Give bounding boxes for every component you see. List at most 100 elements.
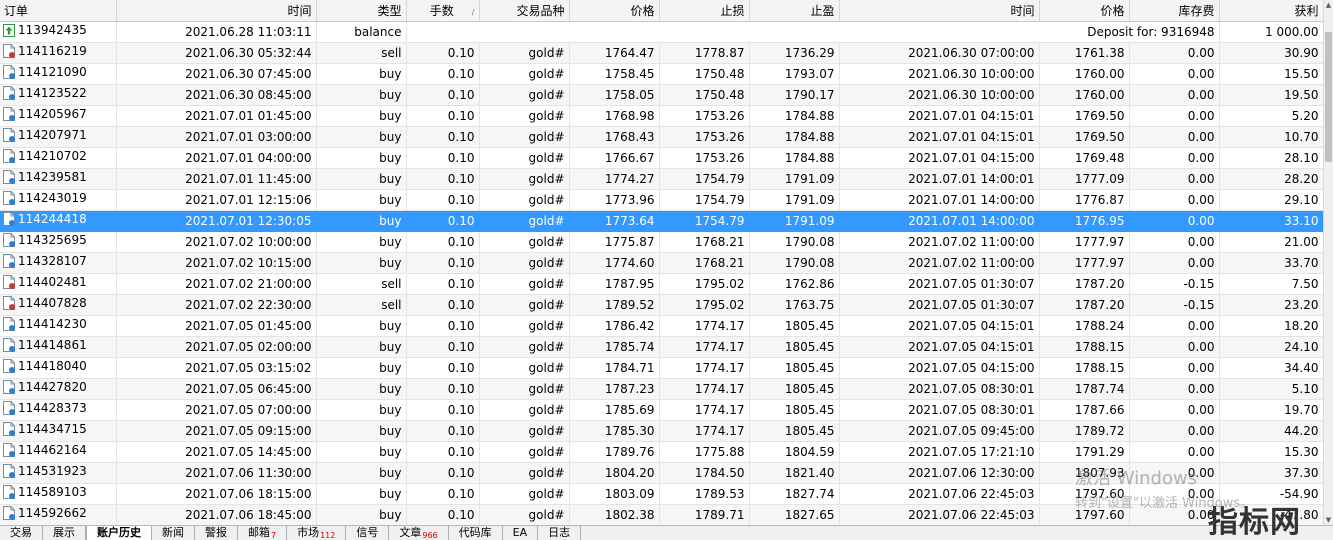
close-price-cell: 1776.87 [1039, 189, 1130, 211]
column-header-take-profit[interactable]: 止盈 [749, 0, 840, 22]
order-number: 114325695 [18, 233, 87, 247]
trade-row[interactable]: 114407828 2021.07.02 22:30:00 sell 0.10 gold… [0, 294, 1323, 316]
open-price-cell: 1766.67 [569, 147, 660, 169]
column-header-profit[interactable]: 获利 [1219, 0, 1323, 22]
take-profit-cell: 1784.88 [749, 105, 840, 127]
order-number: 114427820 [18, 380, 87, 394]
trade-row[interactable]: 114434715 2021.07.05 09:15:00 buy 0.10 gold#… [0, 420, 1323, 442]
scroll-up-arrow-icon[interactable]: ▲ [1324, 0, 1333, 10]
open-time-cell: 2021.07.05 14:45:00 [116, 441, 317, 463]
buy-order-icon [3, 317, 15, 334]
order-number: 114407828 [18, 296, 87, 310]
sell-order-icon [3, 296, 15, 313]
trade-row[interactable]: 114239581 2021.07.01 11:45:00 buy 0.10 gold#… [0, 168, 1323, 190]
open-time-cell: 2021.07.06 11:30:00 [116, 462, 317, 484]
lots-cell: 0.10 [406, 273, 480, 295]
swap-cell: 0.00 [1129, 336, 1220, 358]
trade-row[interactable]: 114414861 2021.07.05 02:00:00 buy 0.10 gold#… [0, 336, 1323, 358]
column-header-close-time[interactable]: 时间 [839, 0, 1040, 22]
tab-8[interactable]: 文章966 [389, 526, 449, 540]
trade-row[interactable]: 114123522 2021.06.30 08:45:00 buy 0.10 gold#… [0, 84, 1323, 106]
tab-6[interactable]: 市场112 [287, 526, 347, 540]
close-price-cell: 1807.93 [1039, 462, 1130, 484]
trade-row[interactable]: 114116219 2021.06.30 05:32:44 sell 0.10 gold… [0, 42, 1323, 64]
scrollbar-thumb[interactable] [1325, 32, 1332, 162]
order-number: 114239581 [18, 170, 87, 184]
symbol-cell: gold# [479, 357, 570, 379]
swap-cell: 0.00 [1129, 441, 1220, 463]
lots-cell: 0.10 [406, 378, 480, 400]
order-cell: 114592662 [0, 504, 117, 525]
type-cell: buy [316, 504, 407, 525]
buy-order-icon [3, 401, 15, 418]
close-time-cell: 2021.07.05 01:30:07 [839, 294, 1040, 316]
account-history-grid: 订单 时间 类型 手数 / 交易品种 价格 止损 止盈 时间 价格 库存费 获利 … [0, 0, 1323, 525]
tab-3[interactable]: 新闻 [152, 526, 195, 540]
column-header-close-price[interactable]: 价格 [1039, 0, 1130, 22]
trade-row[interactable]: 114428373 2021.07.05 07:00:00 buy 0.10 gold#… [0, 399, 1323, 421]
tab-11[interactable]: 日志 [538, 526, 582, 540]
trade-row[interactable]: 114531923 2021.07.06 11:30:00 buy 0.10 gold#… [0, 462, 1323, 484]
trade-row[interactable]: 114325695 2021.07.02 10:00:00 buy 0.10 gold#… [0, 231, 1323, 253]
order-cell: 114462164 [0, 441, 117, 463]
tab-0[interactable]: 交易 [0, 526, 43, 540]
open-time-cell: 2021.07.02 21:00:00 [116, 273, 317, 295]
stop-loss-cell: 1750.48 [659, 84, 750, 106]
trade-row[interactable]: 114243019 2021.07.01 12:15:06 buy 0.10 gold#… [0, 189, 1323, 211]
trade-row[interactable]: 114121090 2021.06.30 07:45:00 buy 0.10 gold#… [0, 63, 1323, 85]
stop-loss-cell: 1774.17 [659, 357, 750, 379]
trade-row[interactable]: 114589103 2021.07.06 18:15:00 buy 0.10 gold#… [0, 483, 1323, 505]
column-header-type[interactable]: 类型 [316, 0, 407, 22]
column-header-lots[interactable]: 手数 / [406, 0, 480, 22]
trade-row[interactable]: 114418040 2021.07.05 03:15:02 buy 0.10 gold#… [0, 357, 1323, 379]
trade-row[interactable]: 114207971 2021.07.01 03:00:00 buy 0.10 gold#… [0, 126, 1323, 148]
column-header-lots-label: 手数 [429, 3, 454, 18]
column-header-open-time[interactable]: 时间 [116, 0, 317, 22]
close-time-cell: 2021.07.05 09:45:00 [839, 420, 1040, 442]
trade-row[interactable]: 114210702 2021.07.01 04:00:00 buy 0.10 gold#… [0, 147, 1323, 169]
column-header-order[interactable]: 订单 [0, 0, 117, 22]
swap-cell: 0.00 [1129, 357, 1220, 379]
column-header-symbol[interactable]: 交易品种 [479, 0, 570, 22]
tab-5[interactable]: 邮箱7 [238, 526, 288, 540]
tab-7[interactable]: 信号 [346, 526, 390, 540]
close-time-cell: 2021.07.06 22:45:03 [839, 504, 1040, 525]
column-header-swap[interactable]: 库存费 [1129, 0, 1220, 22]
tab-label: 代码库 [458, 526, 492, 539]
tab-2[interactable]: 账户历史 [86, 526, 152, 540]
buy-order-icon [3, 443, 15, 460]
tab-9[interactable]: 代码库 [449, 526, 503, 540]
trade-row[interactable]: 114592662 2021.07.06 18:45:00 buy 0.10 gold#… [0, 504, 1323, 525]
trade-row[interactable]: 114427820 2021.07.05 06:45:00 buy 0.10 gold#… [0, 378, 1323, 400]
tab-4[interactable]: 警报 [195, 526, 238, 540]
trade-row[interactable]: 114205967 2021.07.01 01:45:00 buy 0.10 gold#… [0, 105, 1323, 127]
open-time-cell: 2021.07.02 22:30:00 [116, 294, 317, 316]
swap-cell: -0.15 [1129, 294, 1220, 316]
balance-row[interactable]: 113942435 2021.06.28 11:03:11 balance De… [0, 21, 1323, 43]
tab-label: 日志 [548, 526, 571, 539]
trade-row[interactable]: 114328107 2021.07.02 10:15:00 buy 0.10 gold#… [0, 252, 1323, 274]
lots-cell: 0.10 [406, 399, 480, 421]
trade-row[interactable]: 114402481 2021.07.02 21:00:00 sell 0.10 gold… [0, 273, 1323, 295]
profit-cell: 7.50 [1219, 273, 1323, 295]
open-time-cell: 2021.07.02 10:00:00 [116, 231, 317, 253]
tab-10[interactable]: EA [503, 526, 539, 540]
swap-cell: 0.00 [1129, 504, 1220, 525]
trade-row[interactable]: 114244418 2021.07.01 12:30:05 buy 0.10 gold#… [0, 210, 1323, 232]
column-header-stop-loss[interactable]: 止损 [659, 0, 750, 22]
stop-loss-cell: 1753.26 [659, 126, 750, 148]
open-price-cell: 1785.30 [569, 420, 660, 442]
column-header-open-price[interactable]: 价格 [569, 0, 660, 22]
lots-cell: 0.10 [406, 252, 480, 274]
close-price-cell: 1787.20 [1039, 273, 1130, 295]
trade-row[interactable]: 114462164 2021.07.05 14:45:00 buy 0.10 gold#… [0, 441, 1323, 463]
order-cell: 114243019 [0, 189, 117, 211]
order-number: 114414230 [18, 317, 87, 331]
vertical-scrollbar[interactable]: ▲ ▼ [1323, 0, 1333, 525]
trade-row[interactable]: 114414230 2021.07.05 01:45:00 buy 0.10 gold#… [0, 315, 1323, 337]
swap-cell: 0.00 [1129, 231, 1220, 253]
order-number: 114123522 [18, 86, 87, 100]
scroll-down-arrow-icon[interactable]: ▼ [1324, 515, 1333, 525]
tab-1[interactable]: 展示 [43, 526, 86, 540]
tab-label: 市场 [297, 526, 320, 539]
